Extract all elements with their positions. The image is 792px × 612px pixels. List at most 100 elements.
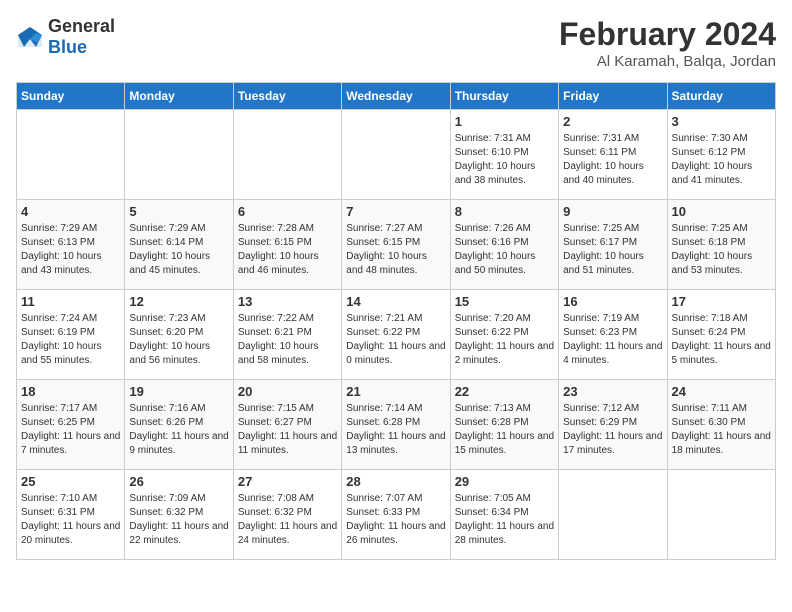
logo-blue: Blue <box>48 37 87 57</box>
calendar-cell: 27 Sunrise: 7:08 AM Sunset: 6:32 PM Dayli… <box>233 470 341 560</box>
day-number: 1 <box>455 114 554 129</box>
day-number: 27 <box>238 474 337 489</box>
day-info: Sunrise: 7:26 AM Sunset: 6:16 PM Dayligh… <box>455 222 554 278</box>
day-info: Sunrise: 7:05 AM Sunset: 6:34 PM Dayligh… <box>455 492 554 548</box>
calendar-cell <box>559 470 667 560</box>
day-number: 5 <box>129 204 228 219</box>
logo-text: General Blue <box>48 16 115 58</box>
calendar-cell <box>667 470 775 560</box>
calendar-cell: 29 Sunrise: 7:05 AM Sunset: 6:34 PM Dayli… <box>450 470 558 560</box>
calendar-cell: 11Sunrise: 7:24 AM Sunset: 6:19 PM Dayli… <box>17 290 125 380</box>
calendar-week-1: 1 Sunrise: 7:31 AM Sunset: 6:10 PM Daylig… <box>17 110 776 200</box>
day-number: 22 <box>455 384 554 399</box>
day-number: 28 <box>346 474 445 489</box>
day-info: Sunrise: 7:22 AM Sunset: 6:21 PM Dayligh… <box>238 312 337 368</box>
day-number: 14 <box>346 294 445 309</box>
calendar-cell: 5 Sunrise: 7:29 AM Sunset: 6:14 PM Daylig… <box>125 200 233 290</box>
day-number: 12 <box>129 294 228 309</box>
calendar-cell <box>17 110 125 200</box>
calendar-cell <box>233 110 341 200</box>
day-number: 6 <box>238 204 337 219</box>
calendar-cell: 28 Sunrise: 7:07 AM Sunset: 6:33 PM Dayli… <box>342 470 450 560</box>
calendar-cell: 19 Sunrise: 7:16 AM Sunset: 6:26 PM Dayli… <box>125 380 233 470</box>
day-info: Sunrise: 7:31 AM Sunset: 6:11 PM Dayligh… <box>563 132 662 188</box>
calendar-cell: 7 Sunrise: 7:27 AM Sunset: 6:15 PM Daylig… <box>342 200 450 290</box>
day-number: 29 <box>455 474 554 489</box>
calendar-cell: 24Sunrise: 7:11 AM Sunset: 6:30 PM Dayli… <box>667 380 775 470</box>
day-info: Sunrise: 7:29 AM Sunset: 6:14 PM Dayligh… <box>129 222 228 278</box>
calendar-cell <box>342 110 450 200</box>
day-number: 2 <box>563 114 662 129</box>
day-number: 24 <box>672 384 771 399</box>
header-tuesday: Tuesday <box>233 83 341 110</box>
day-number: 18 <box>21 384 120 399</box>
day-info: Sunrise: 7:27 AM Sunset: 6:15 PM Dayligh… <box>346 222 445 278</box>
page-header: General Blue February 2024 Al Karamah, B… <box>16 16 776 70</box>
day-info: Sunrise: 7:21 AM Sunset: 6:22 PM Dayligh… <box>346 312 445 368</box>
calendar-cell: 10Sunrise: 7:25 AM Sunset: 6:18 PM Dayli… <box>667 200 775 290</box>
calendar-week-5: 25 Sunrise: 7:10 AM Sunset: 6:31 PM Dayli… <box>17 470 776 560</box>
calendar-cell: 22 Sunrise: 7:13 AM Sunset: 6:28 PM Dayli… <box>450 380 558 470</box>
header-friday: Friday <box>559 83 667 110</box>
day-number: 15 <box>455 294 554 309</box>
calendar-cell: 8 Sunrise: 7:26 AM Sunset: 6:16 PM Daylig… <box>450 200 558 290</box>
day-info: Sunrise: 7:24 AM Sunset: 6:19 PM Dayligh… <box>21 312 120 368</box>
calendar-cell: 20Sunrise: 7:15 AM Sunset: 6:27 PM Dayli… <box>233 380 341 470</box>
day-info: Sunrise: 7:18 AM Sunset: 6:24 PM Dayligh… <box>672 312 771 368</box>
day-info: Sunrise: 7:30 AM Sunset: 6:12 PM Dayligh… <box>672 132 771 188</box>
header-sunday: Sunday <box>17 83 125 110</box>
calendar-cell: 6Sunrise: 7:28 AM Sunset: 6:15 PM Daylig… <box>233 200 341 290</box>
calendar-cell: 13 Sunrise: 7:22 AM Sunset: 6:21 PM Dayli… <box>233 290 341 380</box>
header-monday: Monday <box>125 83 233 110</box>
calendar-cell: 25 Sunrise: 7:10 AM Sunset: 6:31 PM Dayli… <box>17 470 125 560</box>
header-thursday: Thursday <box>450 83 558 110</box>
day-info: Sunrise: 7:31 AM Sunset: 6:10 PM Dayligh… <box>455 132 554 188</box>
day-info: Sunrise: 7:20 AM Sunset: 6:22 PM Dayligh… <box>455 312 554 368</box>
day-number: 9 <box>563 204 662 219</box>
day-number: 13 <box>238 294 337 309</box>
day-number: 10 <box>672 204 771 219</box>
logo-general: General <box>48 16 115 36</box>
month-year-title: February 2024 <box>559 16 776 53</box>
calendar-cell: 15 Sunrise: 7:20 AM Sunset: 6:22 PM Dayli… <box>450 290 558 380</box>
calendar-week-4: 18 Sunrise: 7:17 AM Sunset: 6:25 PM Dayli… <box>17 380 776 470</box>
day-info: Sunrise: 7:23 AM Sunset: 6:20 PM Dayligh… <box>129 312 228 368</box>
day-number: 23 <box>563 384 662 399</box>
day-number: 19 <box>129 384 228 399</box>
day-info: Sunrise: 7:19 AM Sunset: 6:23 PM Dayligh… <box>563 312 662 368</box>
calendar-week-2: 4 Sunrise: 7:29 AM Sunset: 6:13 PM Daylig… <box>17 200 776 290</box>
calendar-cell: 21Sunrise: 7:14 AM Sunset: 6:28 PM Dayli… <box>342 380 450 470</box>
day-number: 3 <box>672 114 771 129</box>
day-number: 7 <box>346 204 445 219</box>
day-number: 8 <box>455 204 554 219</box>
day-number: 17 <box>672 294 771 309</box>
calendar-cell: 14 Sunrise: 7:21 AM Sunset: 6:22 PM Dayli… <box>342 290 450 380</box>
day-info: Sunrise: 7:12 AM Sunset: 6:29 PM Dayligh… <box>563 402 662 458</box>
day-info: Sunrise: 7:29 AM Sunset: 6:13 PM Dayligh… <box>21 222 120 278</box>
calendar-cell: 4 Sunrise: 7:29 AM Sunset: 6:13 PM Daylig… <box>17 200 125 290</box>
day-info: Sunrise: 7:09 AM Sunset: 6:32 PM Dayligh… <box>129 492 228 548</box>
calendar-cell: 1 Sunrise: 7:31 AM Sunset: 6:10 PM Daylig… <box>450 110 558 200</box>
day-info: Sunrise: 7:10 AM Sunset: 6:31 PM Dayligh… <box>21 492 120 548</box>
day-number: 25 <box>21 474 120 489</box>
day-info: Sunrise: 7:08 AM Sunset: 6:32 PM Dayligh… <box>238 492 337 548</box>
header-saturday: Saturday <box>667 83 775 110</box>
day-info: Sunrise: 7:13 AM Sunset: 6:28 PM Dayligh… <box>455 402 554 458</box>
calendar-cell: 17 Sunrise: 7:18 AM Sunset: 6:24 PM Dayli… <box>667 290 775 380</box>
calendar-table: SundayMondayTuesdayWednesdayThursdayFrid… <box>16 82 776 560</box>
day-info: Sunrise: 7:15 AM Sunset: 6:27 PM Dayligh… <box>238 402 337 458</box>
day-number: 4 <box>21 204 120 219</box>
day-info: Sunrise: 7:07 AM Sunset: 6:33 PM Dayligh… <box>346 492 445 548</box>
day-number: 26 <box>129 474 228 489</box>
calendar-cell: 23 Sunrise: 7:12 AM Sunset: 6:29 PM Dayli… <box>559 380 667 470</box>
calendar-cell: 26 Sunrise: 7:09 AM Sunset: 6:32 PM Dayli… <box>125 470 233 560</box>
location-subtitle: Al Karamah, Balqa, Jordan <box>559 53 776 70</box>
calendar-cell: 16Sunrise: 7:19 AM Sunset: 6:23 PM Dayli… <box>559 290 667 380</box>
day-info: Sunrise: 7:16 AM Sunset: 6:26 PM Dayligh… <box>129 402 228 458</box>
calendar-cell: 12 Sunrise: 7:23 AM Sunset: 6:20 PM Dayli… <box>125 290 233 380</box>
calendar-cell: 3 Sunrise: 7:30 AM Sunset: 6:12 PM Daylig… <box>667 110 775 200</box>
calendar-cell: 9Sunrise: 7:25 AM Sunset: 6:17 PM Daylig… <box>559 200 667 290</box>
day-info: Sunrise: 7:17 AM Sunset: 6:25 PM Dayligh… <box>21 402 120 458</box>
day-info: Sunrise: 7:14 AM Sunset: 6:28 PM Dayligh… <box>346 402 445 458</box>
logo-icon <box>16 25 44 49</box>
